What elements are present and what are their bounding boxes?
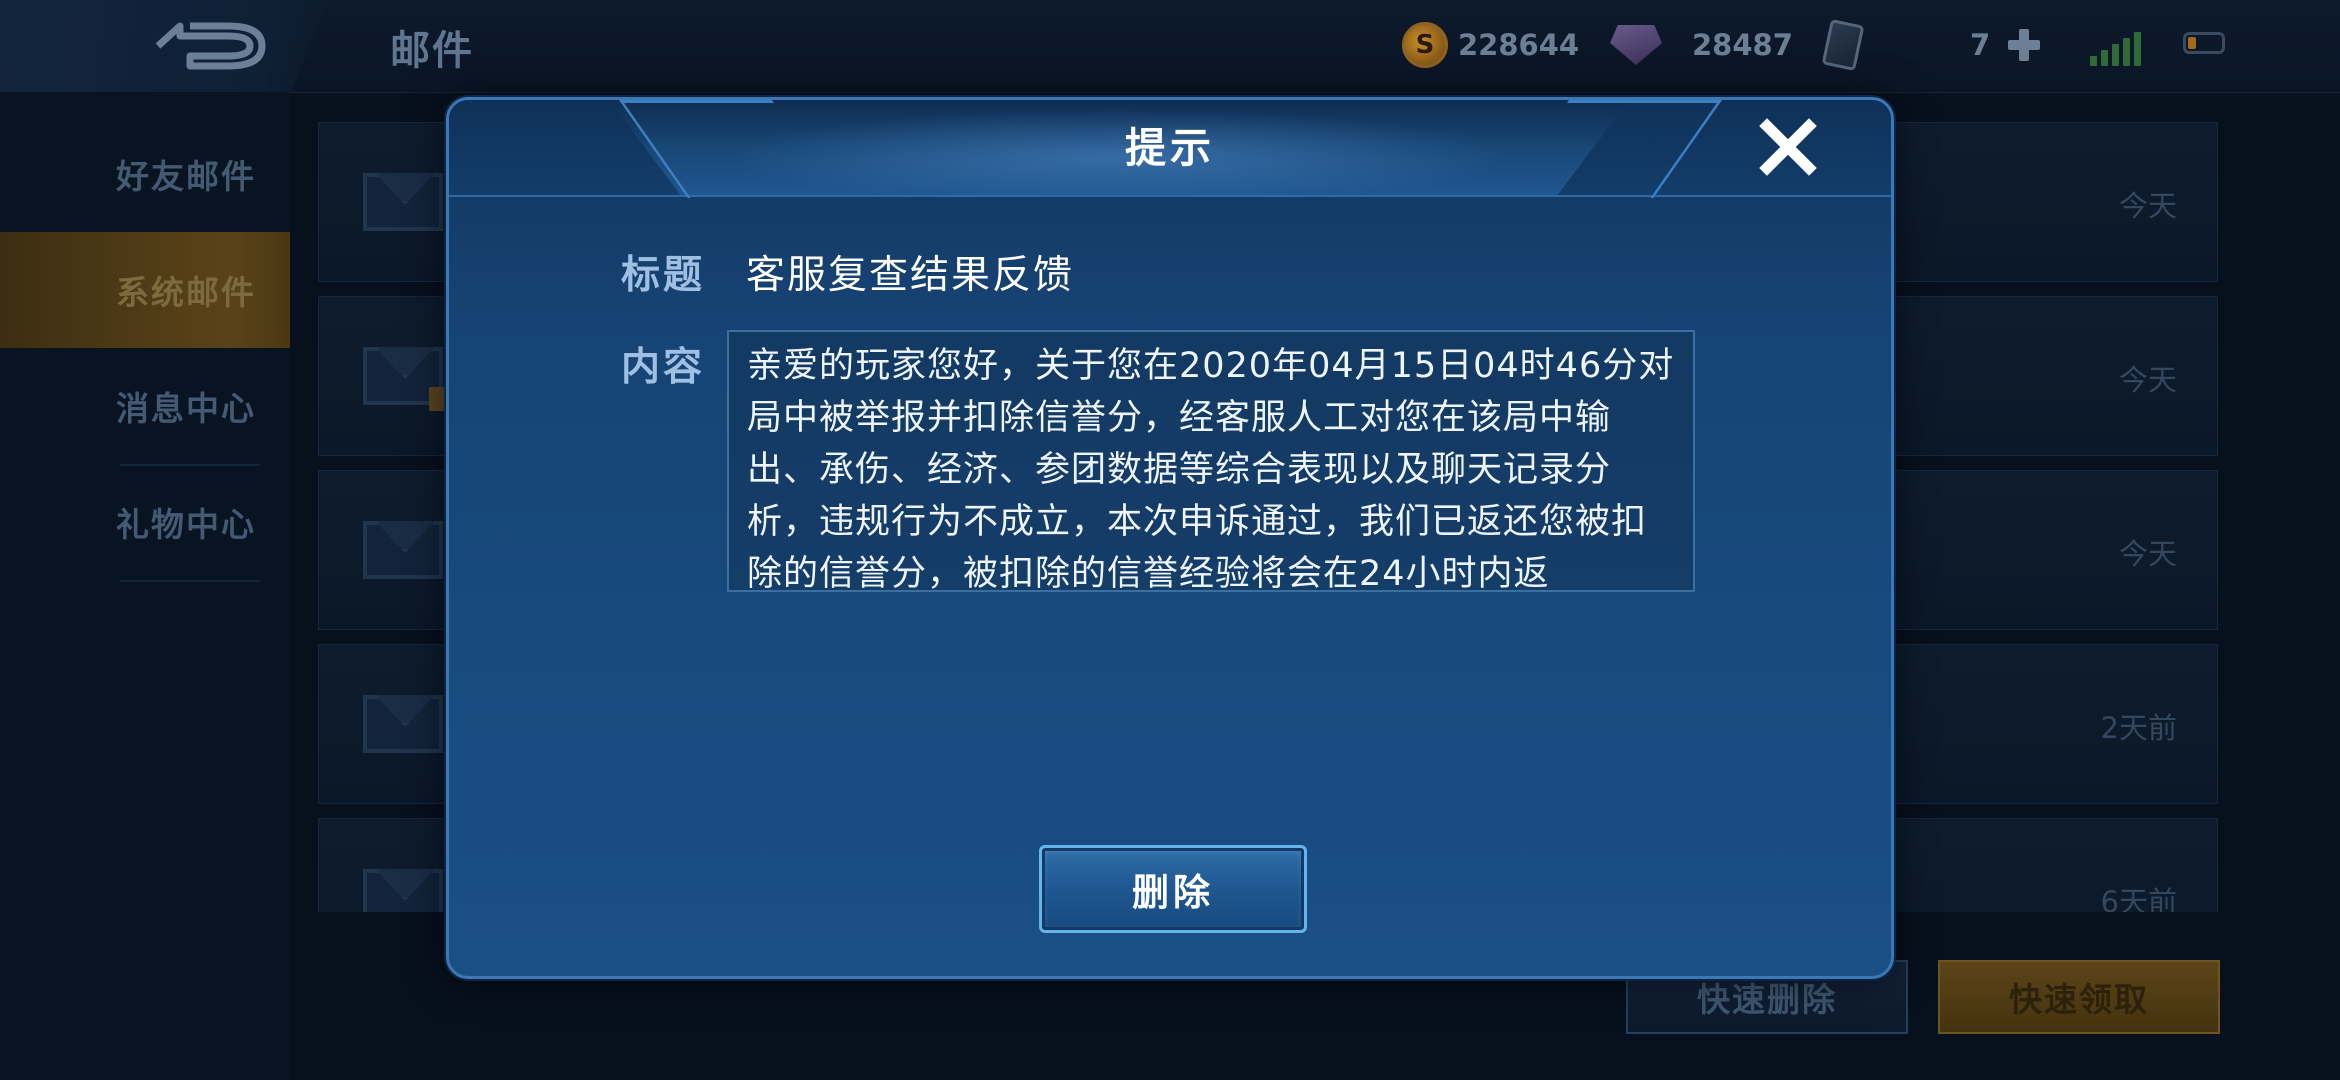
gem-amount: 28487 xyxy=(1692,28,1793,62)
sidebar-divider xyxy=(120,580,260,582)
mail-time: 今天 xyxy=(2118,537,2177,571)
mail-time: 6天前 xyxy=(2100,885,2177,912)
signal-icon xyxy=(2090,30,2141,66)
delete-button[interactable]: 删除 xyxy=(1039,845,1307,933)
mail-time: 今天 xyxy=(2118,363,2177,397)
back-arrow-icon xyxy=(155,22,266,70)
back-button[interactable] xyxy=(0,0,330,92)
battery-icon xyxy=(2183,32,2225,54)
top-bar: 邮件 S 228644 28487 7 xyxy=(0,0,2340,93)
content-scrollbar[interactable] xyxy=(1683,342,1689,502)
content-label: 内容 xyxy=(621,345,706,390)
card-amount: 7 xyxy=(1970,28,1991,62)
envelope-icon xyxy=(363,173,443,231)
mail-time: 2天前 xyxy=(2100,711,2177,745)
sidebar-item-friend-mail[interactable]: 好友邮件 xyxy=(0,116,290,232)
trash-icon xyxy=(429,387,447,411)
gold-amount: 228644 xyxy=(1458,28,1580,62)
mail-content-text: 亲爱的玩家您好，关于您在2020年04月15日04时46分对局中被举报并扣除信誉… xyxy=(747,346,1675,592)
content-text-area[interactable]: 亲爱的玩家您好，关于您在2020年04月15日04时46分对局中被举报并扣除信誉… xyxy=(727,330,1695,592)
plus-icon[interactable] xyxy=(2006,27,2042,63)
sidebar-item-message-center[interactable]: 消息中心 xyxy=(0,348,290,464)
dialog-header: 提示 xyxy=(449,100,1891,198)
page-title: 邮件 xyxy=(390,28,474,74)
mail-title-value: 客服复查结果反馈 xyxy=(746,253,1075,298)
envelope-icon xyxy=(363,695,443,753)
card-icon xyxy=(1821,18,1865,72)
close-icon xyxy=(1759,118,1817,176)
mail-time: 今天 xyxy=(2118,189,2177,223)
dialog-title: 提示 xyxy=(1125,124,1215,172)
mail-detail-dialog: 提示 标题 客服复查结果反馈 内容 亲爱的玩家您好，关于您在2020年04月15… xyxy=(446,97,1894,979)
close-button[interactable] xyxy=(1757,116,1819,178)
card-currency[interactable]: 7 xyxy=(1821,18,2042,72)
quick-claim-button[interactable]: 快速领取 xyxy=(1938,960,2220,1034)
envelope-icon xyxy=(363,521,443,579)
sidebar: 好友邮件 系统邮件 消息中心 礼物中心 xyxy=(0,92,290,1080)
sidebar-item-system-mail[interactable]: 系统邮件 xyxy=(0,232,290,348)
envelope-icon xyxy=(363,869,443,912)
gem-icon xyxy=(1610,25,1662,65)
sidebar-item-gift-center[interactable]: 礼物中心 xyxy=(0,464,290,580)
title-label: 标题 xyxy=(621,253,706,298)
gold-currency[interactable]: S 228644 xyxy=(1402,22,1579,68)
gem-currency[interactable]: 28487 xyxy=(1610,22,1793,68)
gold-coin-icon: S xyxy=(1402,22,1448,68)
